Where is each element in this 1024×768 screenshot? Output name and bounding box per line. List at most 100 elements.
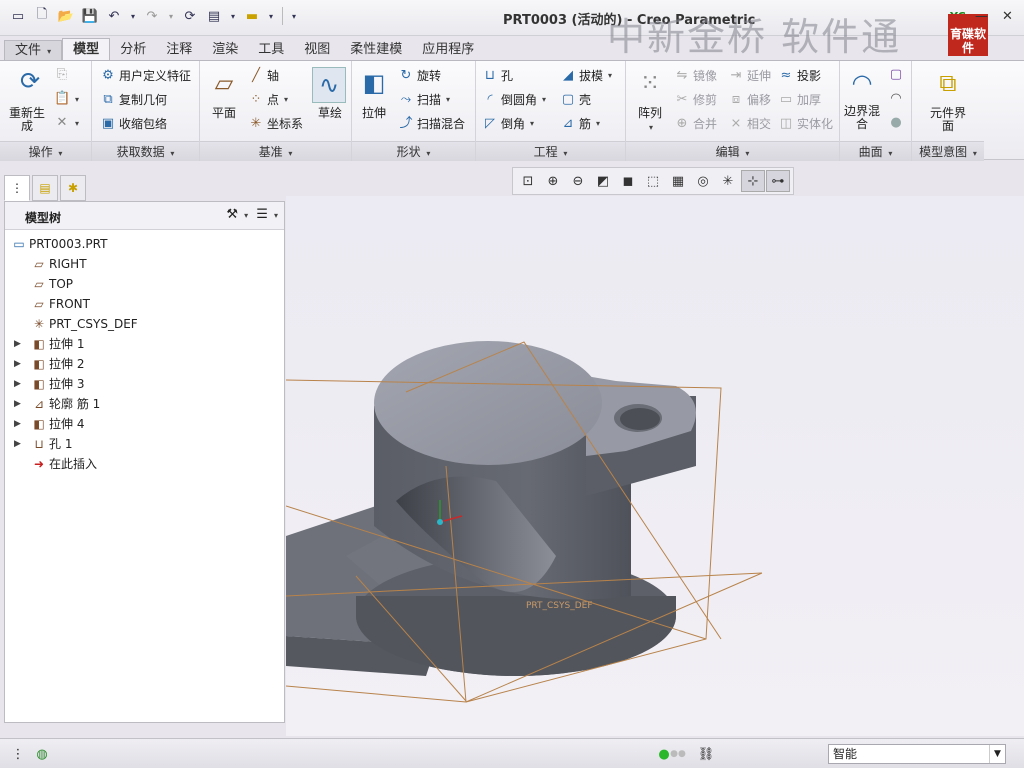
navigator-toggle-icon[interactable]: ⋮: [8, 745, 28, 763]
chamfer-button[interactable]: ◸ 倒角 ▾: [482, 115, 534, 132]
extrude-icon[interactable]: ◧: [358, 67, 390, 99]
tree-item[interactable]: ▶ ◧ 拉伸 4: [5, 414, 284, 434]
refit-icon[interactable]: ⊡: [516, 170, 540, 192]
pattern-button[interactable]: 阵列 ▾: [630, 107, 670, 134]
perspective-icon[interactable]: ◎: [691, 170, 715, 192]
browser-toggle-icon[interactable]: ◍: [32, 745, 52, 763]
sphere-icon[interactable]: ●: [888, 115, 904, 131]
redo-icon[interactable]: ↷: [142, 6, 162, 26]
settings-icon[interactable]: ⚒ ▾: [226, 207, 248, 222]
tree-item[interactable]: ▱ RIGHT: [5, 254, 284, 274]
tab-render[interactable]: 渲染: [202, 40, 248, 60]
zoom-out-icon[interactable]: ⊖: [566, 170, 590, 192]
shell-button[interactable]: ▢ 壳: [560, 91, 591, 108]
intersect-button[interactable]: ⨯ 相交: [728, 115, 771, 132]
datum-display-icon[interactable]: ✳: [716, 170, 740, 192]
display-style-icon[interactable]: ◼: [616, 170, 640, 192]
mirror-button[interactable]: ⇋ 镜像: [674, 67, 717, 84]
tree-item[interactable]: ▶ ◧ 拉伸 3: [5, 374, 284, 394]
extrude-button[interactable]: 拉伸: [356, 107, 392, 120]
solidify-button[interactable]: ◫ 实体化: [778, 115, 833, 132]
component-interface-icon[interactable]: ⧉: [932, 67, 964, 99]
selection-filter-icon[interactable]: ⛓: [696, 745, 716, 763]
zoom-in-icon[interactable]: ⊕: [541, 170, 565, 192]
undo-icon[interactable]: ↶: [104, 6, 124, 26]
tree-item[interactable]: ▭ PRT0003.PRT: [5, 234, 284, 254]
tab-applications[interactable]: 应用程序: [412, 40, 484, 60]
plane-button[interactable]: 平面: [204, 107, 244, 120]
minimize-button[interactable]: —: [975, 9, 988, 24]
axis-button[interactable]: ╱ 轴: [248, 67, 279, 84]
tree-item[interactable]: ▱ TOP: [5, 274, 284, 294]
udf-button[interactable]: ⚙ 用户定义特征: [100, 67, 191, 84]
tab-flexible-modeling[interactable]: 柔性建模: [340, 40, 412, 60]
offset-button[interactable]: ⧈ 偏移: [728, 91, 771, 108]
boundary-blend-icon[interactable]: ◠: [846, 67, 878, 99]
swept-blend-button[interactable]: ⤴ 扫描混合: [398, 115, 465, 132]
pattern-icon[interactable]: ⁙: [634, 67, 666, 99]
spin-center-icon[interactable]: ⊶: [766, 170, 790, 192]
regenerate-icon[interactable]: ⟳: [14, 65, 46, 97]
group-label-model-intent[interactable]: 模型意图 ▾: [912, 141, 984, 161]
boundary-blend-button[interactable]: 边界混合: [842, 105, 882, 131]
expand-arrow-icon[interactable]: ▶: [14, 414, 21, 434]
tab-annotate[interactable]: 注释: [156, 40, 202, 60]
group-label-get-data[interactable]: 获取数据 ▾: [92, 141, 199, 161]
shrinkwrap-button[interactable]: ▣ 收缩包络: [100, 115, 167, 132]
trim-button[interactable]: ✂ 修剪: [674, 91, 717, 108]
expand-arrow-icon[interactable]: ▶: [14, 394, 21, 414]
graphics-viewport[interactable]: PRT_CSYS_DEF: [286, 196, 1024, 736]
sketch-button[interactable]: 草绘: [310, 107, 350, 120]
csys-button[interactable]: ✳ 坐标系: [248, 115, 303, 132]
saved-orientations-icon[interactable]: ⬚: [641, 170, 665, 192]
merge-button[interactable]: ⊕ 合并: [674, 115, 717, 132]
app-icon[interactable]: ▭: [8, 6, 28, 26]
project-button[interactable]: ≈ 投影: [778, 67, 821, 84]
expand-arrow-icon[interactable]: ▶: [14, 354, 21, 374]
folder-browser-tab-icon[interactable]: ▤: [32, 175, 58, 201]
freestyle-icon[interactable]: ▢: [888, 67, 904, 83]
folder-icon[interactable]: ▬: [242, 6, 262, 26]
revolve-button[interactable]: ↻ 旋转: [398, 67, 441, 84]
expand-arrow-icon[interactable]: ▶: [14, 434, 21, 454]
tab-view[interactable]: 视图: [294, 40, 340, 60]
show-icon[interactable]: ☰ ▾: [256, 207, 278, 222]
plane-icon[interactable]: ▱: [208, 67, 240, 99]
extend-button[interactable]: ⇥ 延伸: [728, 67, 771, 84]
point-button[interactable]: ⁘ 点 ▾: [248, 91, 288, 108]
group-label-engineering[interactable]: 工程 ▾: [476, 141, 625, 161]
regenerate-button[interactable]: 重新生成: [4, 107, 50, 133]
annotation-display-icon[interactable]: ⊹: [741, 170, 765, 192]
window-dropdown-icon[interactable]: ▾: [228, 6, 238, 26]
group-label-editing[interactable]: 编辑 ▾: [626, 141, 839, 161]
copy-icon[interactable]: ⎘: [54, 67, 70, 83]
round-button[interactable]: ◜ 倒圆角 ▾: [482, 91, 546, 108]
hole-button[interactable]: ⊔ 孔: [482, 67, 513, 84]
copy-geometry-button[interactable]: ⧉ 复制几何: [100, 91, 167, 108]
redo-dropdown-icon[interactable]: ▾: [166, 6, 176, 26]
tree-item[interactable]: ▱ FRONT: [5, 294, 284, 314]
tree-item[interactable]: ➜ 在此插入: [5, 454, 284, 474]
tree-item[interactable]: ▶ ⊔ 孔 1: [5, 434, 284, 454]
window-icon[interactable]: ▤: [204, 6, 224, 26]
tree-item[interactable]: ▶ ⊿ 轮廓 筋 1: [5, 394, 284, 414]
customize-qat-icon[interactable]: ▾: [289, 6, 299, 26]
tab-tools[interactable]: 工具: [248, 40, 294, 60]
selection-filter-dropdown[interactable]: 智能 ▼: [828, 744, 1006, 764]
close-button[interactable]: ✕: [1002, 9, 1013, 24]
group-label-surfaces[interactable]: 曲面 ▾: [840, 141, 911, 161]
tree-item[interactable]: ✳ PRT_CSYS_DEF: [5, 314, 284, 334]
model-tree-tab-icon[interactable]: ⋮: [4, 175, 30, 201]
component-interface-button[interactable]: 元件界面: [926, 107, 970, 133]
tab-model[interactable]: 模型: [62, 38, 111, 60]
draft-button[interactable]: ◢ 拔模 ▾: [560, 67, 612, 84]
group-label-shapes[interactable]: 形状 ▾: [352, 141, 475, 161]
style-icon[interactable]: ◠: [888, 91, 904, 107]
expand-arrow-icon[interactable]: ▶: [14, 374, 21, 394]
group-label-operations[interactable]: 操作 ▾: [0, 141, 91, 161]
favorites-tab-icon[interactable]: ✱: [60, 175, 86, 201]
paste-icon[interactable]: 📋 ▾: [54, 91, 79, 107]
group-label-datum[interactable]: 基准 ▾: [200, 141, 351, 161]
view-manager-icon[interactable]: ▦: [666, 170, 690, 192]
expand-arrow-icon[interactable]: ▶: [14, 334, 21, 354]
